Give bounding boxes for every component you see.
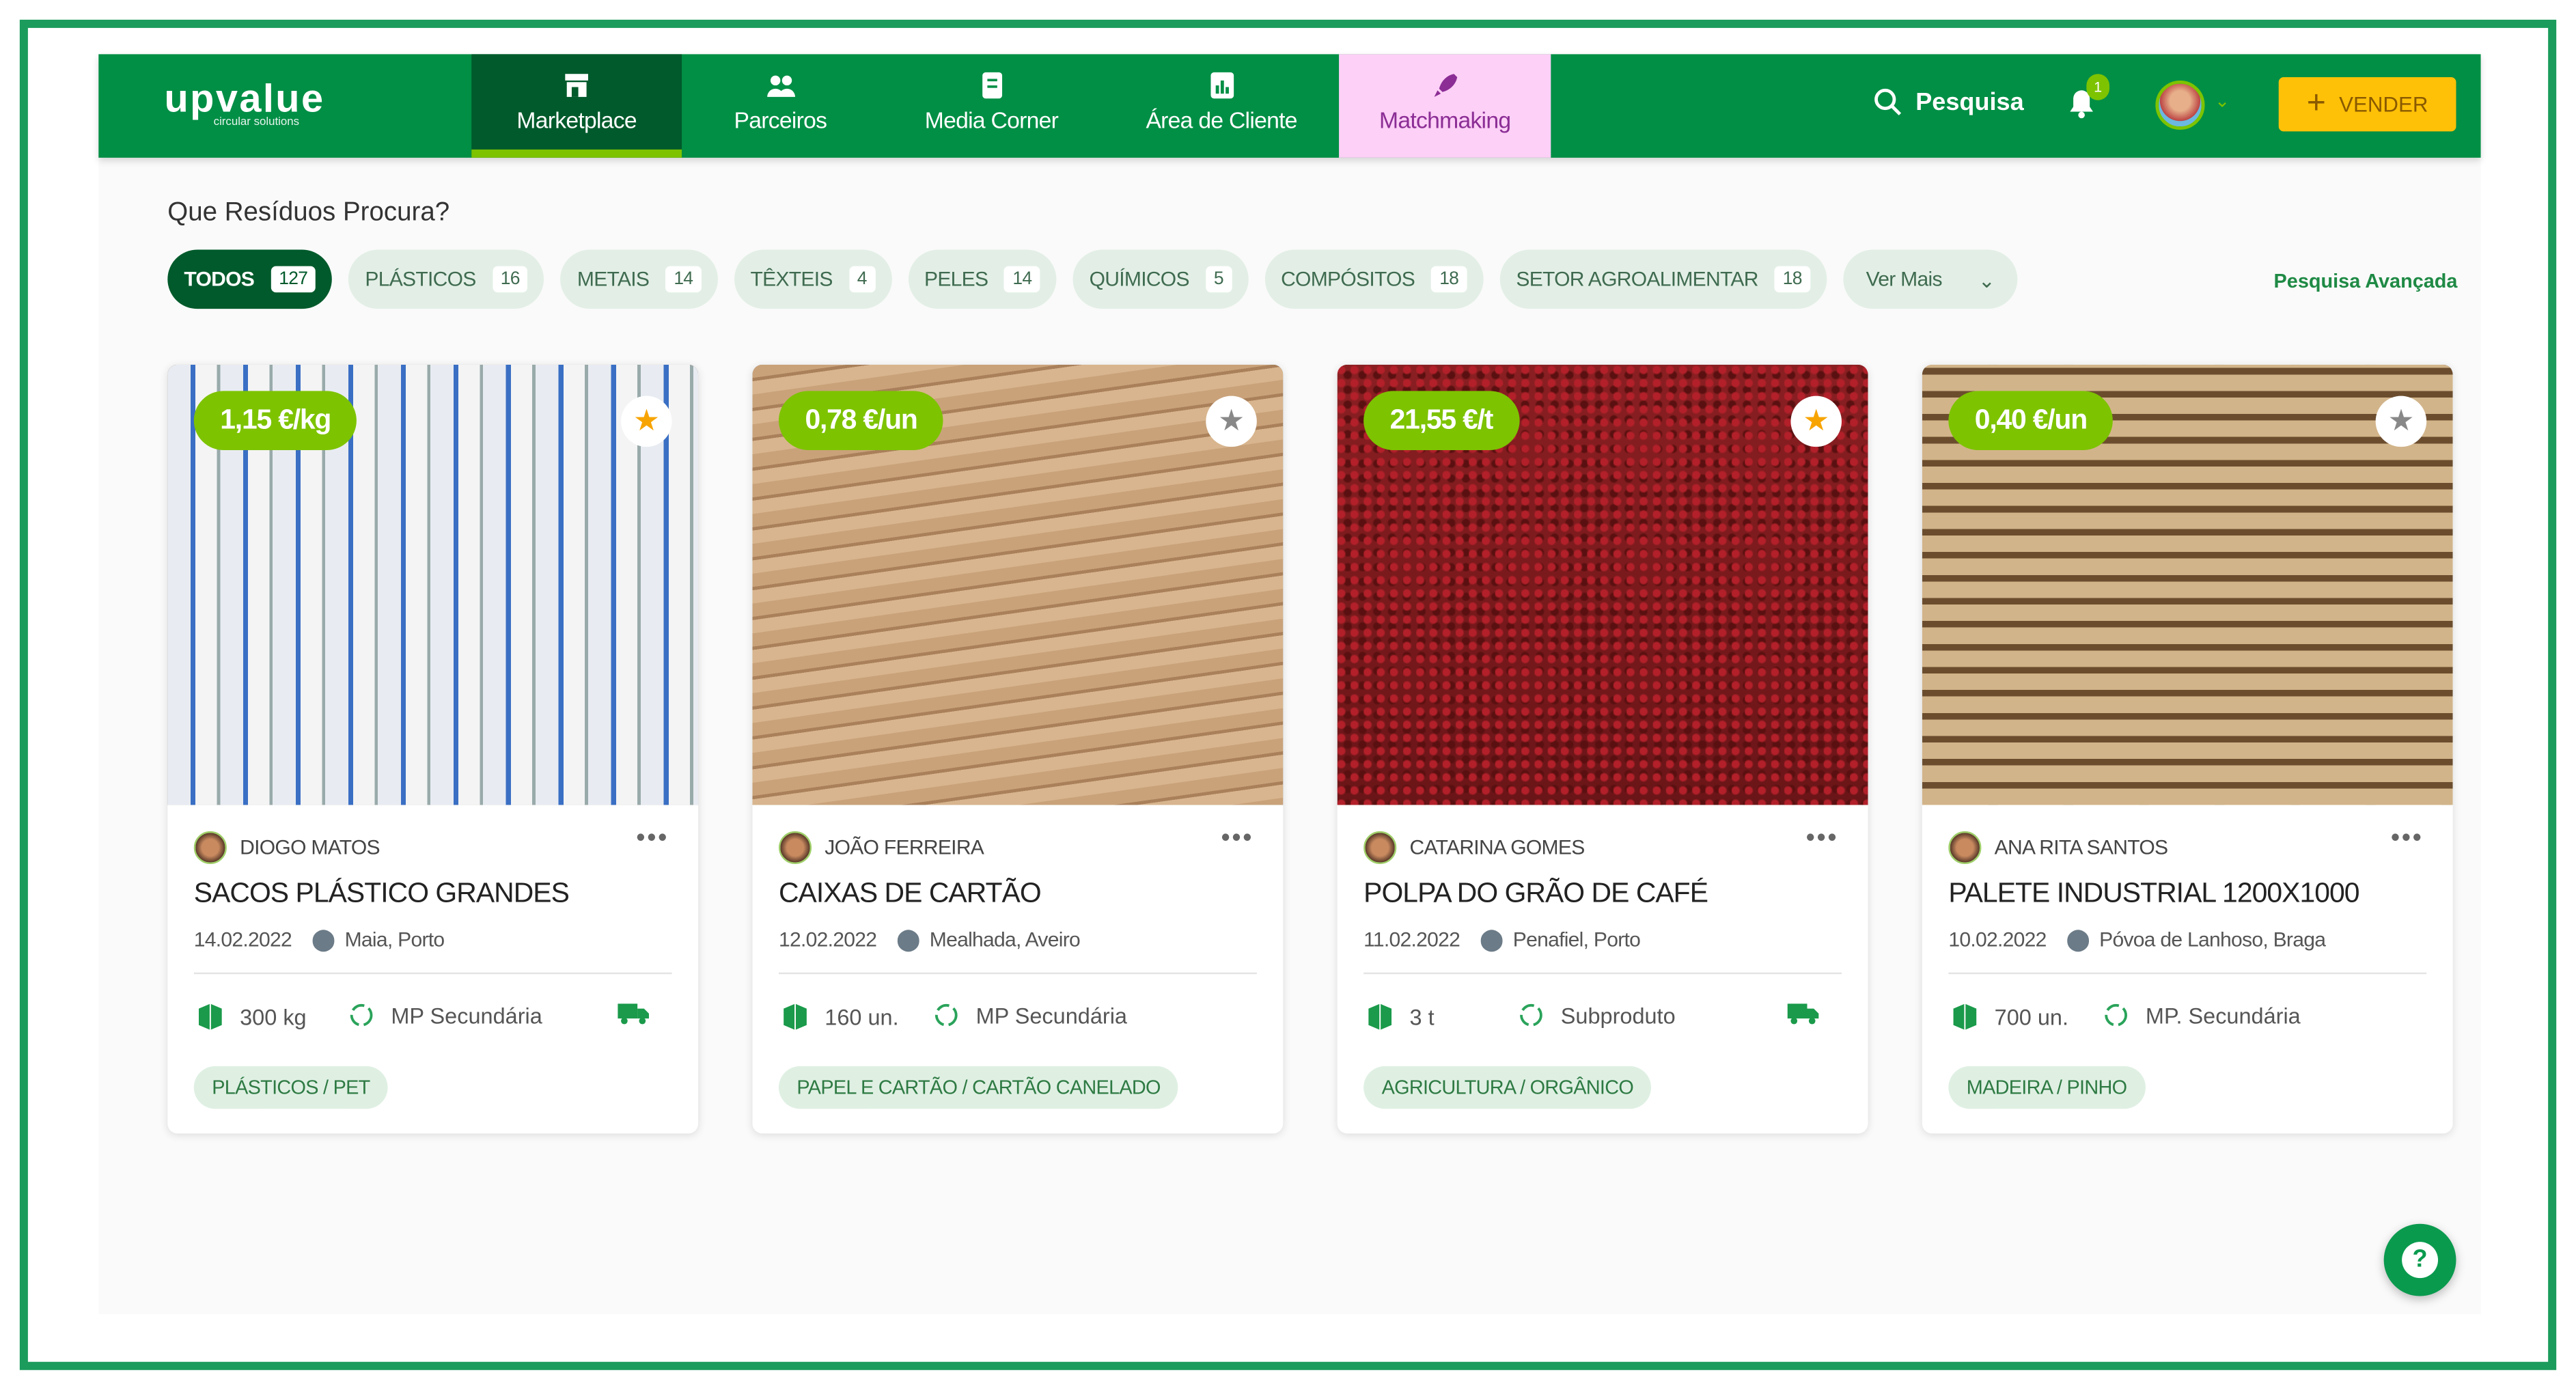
price-badge: 0,78 €/un [778,391,944,450]
more-options-icon[interactable]: ••• [1221,824,1254,854]
tab-matchmaking[interactable]: Matchmaking [1339,54,1551,158]
chevron-down-icon[interactable]: ⌄ [2215,90,2230,112]
box-icon [199,1003,222,1030]
listing-stats: 300 kg MP Secundária [197,1002,674,1038]
chart-icon [1210,72,1233,99]
chip-peles[interactable]: PELES 14 [907,249,1057,309]
listing-card[interactable]: 1,15 €/kg ★ DIOGO MATOS ••• SACOS PLÁSTI… [167,364,699,1134]
category-tag[interactable]: MADEIRA / PINHO [1948,1066,2145,1109]
filter-heading: Que Resíduos Procura? [167,199,450,227]
chip-quimicos[interactable]: QUÍMICOS 5 [1072,249,1248,309]
tab-media-corner[interactable]: Media Corner [879,54,1104,158]
chip-texteis[interactable]: TÊXTEIS 4 [734,249,891,309]
notification-badge: 1 [2086,74,2110,100]
location-pin-icon: ⬤ [1480,926,1504,951]
help-button[interactable]: ? [2383,1223,2456,1296]
tab-area-cliente[interactable]: Área de Cliente [1104,54,1339,158]
chip-todos[interactable]: TODOS 127 [167,249,333,309]
listing-meta: 12.02.2022 ⬤ Mealhada, Aveiro [779,926,1081,952]
tab-parceiros[interactable]: Parceiros [682,54,879,158]
recycle-icon [2105,1003,2127,1027]
rocket-icon [1433,74,1457,97]
seller-avatar [1363,831,1397,865]
user-avatar[interactable] [2155,80,2205,130]
chip-compositos[interactable]: COMPÓSITOS 18 [1264,249,1484,309]
category-tag[interactable]: AGRICULTURA / ORGÂNICO [1363,1066,1652,1109]
recycle-icon [350,1003,373,1027]
favorite-star-icon[interactable]: ★ [1206,395,1257,447]
price-badge: 21,55 €/t [1363,391,1519,450]
top-nav: upvalue circular solutions Marketplace P… [98,54,2481,158]
chip-plasticos[interactable]: PLÁSTICOS 16 [348,249,544,309]
listing-card[interactable]: 21,55 €/t ★ CATARINA GOMES ••• POLPA DO … [1337,364,1868,1134]
price-badge: 1,15 €/kg [193,391,357,450]
favorite-star-icon[interactable]: ★ [2375,395,2427,447]
listing-meta: 10.02.2022 ⬤ Póvoa de Lanhoso, Braga [1948,926,2326,952]
divider [1948,972,2427,975]
search-button[interactable]: Pesquisa [1873,87,2024,116]
truck-icon [618,1003,649,1025]
divider [1363,972,1842,975]
listing-meta: 11.02.2022 ⬤ Penafiel, Porto [1363,926,1641,952]
listing-stats: 160 un. MP Secundária [782,1002,1258,1038]
users-icon [767,75,796,97]
category-tag[interactable]: PAPEL E CARTÃO / CARTÃO CANELADO [778,1066,1179,1109]
favorite-star-icon[interactable]: ★ [621,395,672,447]
chip-metais[interactable]: METAIS 14 [560,249,718,309]
listing-card[interactable]: 0,78 €/un ★ JOÃO FERREIRA ••• CAIXAS DE … [752,364,1284,1134]
logo[interactable]: upvalue circular solutions [165,77,325,128]
category-filters: TODOS 127 PLÁSTICOS 16 METAIS 14 TÊXTEIS 4 P… [167,249,2018,309]
sell-button[interactable]: + VENDER [2278,77,2456,132]
divider [193,972,672,975]
divider [778,972,1257,975]
box-icon [784,1003,807,1030]
listing-title[interactable]: POLPA DO GRÃO DE CAFÉ [1363,877,1708,910]
seller[interactable]: DIOGO MATOS [193,831,380,865]
advanced-search-link[interactable]: Pesquisa Avançada [2274,269,2458,292]
more-options-icon[interactable]: ••• [2391,824,2424,854]
price-badge: 0,40 €/un [1948,391,2114,450]
favorite-star-icon[interactable]: ★ [1790,395,1842,447]
location-pin-icon: ⬤ [2066,926,2090,951]
recycle-icon [934,1003,958,1027]
search-icon [1874,88,1902,115]
plus-icon: + [2306,85,2326,122]
listing-title[interactable]: CAIXAS DE CARTÃO [779,877,1042,910]
document-icon [981,72,1001,99]
app: upvalue circular solutions Marketplace P… [98,54,2481,1315]
listing-stats: 3 t Subproduto [1367,1002,1843,1038]
chip-setor-agroalimentar[interactable]: SETOR AGROALIMENTAR 18 [1499,249,1827,309]
truck-icon [1787,1003,1819,1025]
seller-avatar [778,831,812,865]
seller[interactable]: JOÃO FERREIRA [778,831,984,865]
box-icon [1953,1003,1977,1030]
location-pin-icon: ⬤ [896,926,920,951]
box-icon [1368,1003,1392,1030]
help-icon: ? [2402,1242,2439,1279]
listing-card[interactable]: 0,40 €/un ★ ANA RITA SANTOS ••• PALETE I… [1922,364,2453,1134]
location-pin-icon: ⬤ [311,926,335,951]
recycle-icon [1520,1003,1542,1027]
ver-mais-dropdown[interactable]: Ver Mais ⌄ [1842,249,2018,309]
chevron-down-icon: ⌄ [1978,268,1995,292]
listing-title[interactable]: SACOS PLÁSTICO GRANDES [194,877,570,910]
seller[interactable]: ANA RITA SANTOS [1948,831,2168,865]
more-options-icon[interactable]: ••• [636,824,669,854]
listing-meta: 14.02.2022 ⬤ Maia, Porto [194,926,445,952]
listing-stats: 700 un. MP. Secundária [1952,1002,2428,1038]
store-icon [565,74,588,97]
listing-title[interactable]: PALETE INDUSTRIAL 1200X1000 [1948,877,2359,910]
seller-avatar [1948,831,1982,865]
more-options-icon[interactable]: ••• [1806,824,1839,854]
tab-marketplace[interactable]: Marketplace [471,54,682,158]
seller[interactable]: CATARINA GOMES [1363,831,1585,865]
seller-avatar [193,831,227,865]
category-tag[interactable]: PLÁSTICOS / PET [193,1066,389,1109]
